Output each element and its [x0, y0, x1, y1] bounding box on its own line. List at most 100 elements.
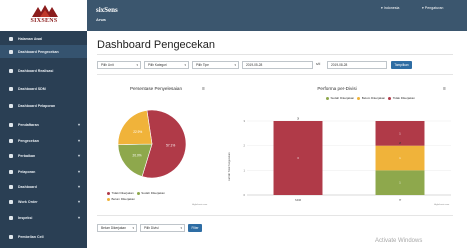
chart-credit: Highcharts.com: [192, 204, 208, 206]
pie-data-label: 22.9%: [133, 130, 142, 134]
chevron-down-icon: ▾: [77, 153, 80, 158]
bar-legend: Sudah Dikerjakan Belum Dikerjakan Tidak …: [323, 96, 415, 100]
date-to-input[interactable]: 2019-08-28: [327, 61, 387, 69]
sidebar-item-label: Dashboard Pengecekan: [18, 49, 59, 54]
legend-item[interactable]: Sudah Dikerjakan: [141, 191, 165, 195]
bar-chart-title: Performa per-Divisi: [317, 86, 357, 91]
unit-select-value: Pilih Unit: [101, 63, 114, 67]
sidebar-item-label: Dashboard Pelaporan: [18, 103, 56, 108]
check-icon: [9, 138, 13, 143]
sidebar-item-dashboard[interactable]: Dashboard ▾: [0, 180, 87, 193]
page-title: Dashboard Pengecekan: [97, 39, 216, 51]
sidebar-item-inspeksi[interactable]: Inspeksi ▾: [0, 211, 87, 224]
date-from-input[interactable]: 2019-05-28: [242, 61, 313, 69]
sidebar-item-label: Work Order: [18, 199, 38, 204]
chevron-down-icon: ▾: [77, 169, 80, 174]
menu-icon[interactable]: ≡: [443, 86, 446, 92]
x-tick-label: IT: [399, 198, 402, 202]
sidebar-item-label: Perbaikan: [18, 153, 36, 158]
divider: [97, 215, 453, 216]
chart-icon: [9, 86, 13, 91]
legend-item[interactable]: Belum Dikerjakan: [362, 96, 386, 100]
sidebar-item-perbaikan[interactable]: Perbaikan ▾: [0, 149, 87, 162]
logo[interactable]: SIXSENS: [0, 0, 87, 31]
chart-icon: [9, 49, 13, 54]
chevron-down-icon: ▾: [136, 63, 138, 67]
cart-icon: [9, 234, 13, 239]
sidebar-item-label: Halaman Awal: [18, 36, 43, 41]
tipe-select-value: Pilih Tipe: [196, 63, 209, 67]
divider: [97, 54, 453, 55]
sidebar-item-label: Pengecekan: [18, 138, 39, 143]
main-content: Dashboard Pengecekan Pilih Unit ▾ Pilih …: [87, 31, 467, 248]
chart-icon: [9, 68, 13, 73]
topbar: sixSens Arwa ▾ Indonesia ▾ Pengaturan: [87, 0, 467, 31]
sixsens-logo-icon: [32, 5, 58, 17]
chevron-down-icon: ▾: [77, 184, 80, 189]
sidebar-item-pengecekan[interactable]: Pengecekan ▾: [0, 134, 87, 147]
chart-credit: Highcharts.com: [434, 204, 450, 206]
unit-select[interactable]: Pilih Unit ▾: [97, 61, 141, 69]
pie-legend: Tidak Dikerjakan Sudah Dikerjakan: [104, 191, 165, 195]
language-menu[interactable]: ▾ Indonesia: [381, 6, 399, 10]
legend-swatch: [136, 191, 140, 195]
sidebar-item-halaman-awal[interactable]: Halaman Awal: [0, 32, 87, 45]
sidebar-item-label: Inspeksi: [18, 215, 33, 220]
legend-item[interactable]: Tidak Dikerjakan: [393, 96, 415, 100]
sidebar-item-pembelian-cell[interactable]: Pembelian Cell: [0, 230, 87, 243]
sidebar-item-dashboard-pelaporan[interactable]: Dashboard Pelaporan: [0, 99, 87, 112]
sidebar-item-pendaftaran[interactable]: Pendaftaran ▾: [0, 118, 87, 131]
pie-chart-title: Persentase Penyelesaian: [129, 86, 183, 91]
legend-item[interactable]: Sudah Dikerjakan: [331, 96, 355, 100]
sidebar-item-label: Pendaftaran: [18, 122, 39, 127]
y-axis-label: Jumlah Total Pengecekan: [228, 152, 231, 181]
sidebar: SIXSENS Halaman Awal Dashboard Pengeceka…: [0, 0, 87, 248]
sidebar-item-dashboard-realisasi[interactable]: Dashboard Realisasi: [0, 64, 87, 77]
sidebar-item-label: Dashboard Realisasi: [18, 68, 54, 73]
sidebar-item-label: Pelaporan: [18, 169, 36, 174]
menu-icon[interactable]: ≡: [202, 86, 205, 92]
activate-windows-watermark: Activate Windows: [375, 238, 423, 244]
brand-name: sixSens: [96, 6, 118, 14]
sidebar-item-dashboard-pengecekan[interactable]: Dashboard Pengecekan: [0, 45, 87, 58]
status-select[interactable]: Belum Dikerjakan ▾: [97, 224, 137, 232]
legend-item[interactable]: Tidak Dikerjakan: [112, 191, 134, 195]
divisi-select-value: Pilih Divisi: [144, 226, 159, 230]
sidebar-item-label: Dashboard: [18, 184, 37, 189]
y-tick-label: 1: [244, 168, 246, 172]
pie-data-label: 57.1%: [166, 143, 175, 147]
filter-button[interactable]: Filter: [188, 224, 202, 232]
divisi-select[interactable]: Pilih Divisi ▾: [140, 224, 185, 232]
sidebar-item-pelaporan[interactable]: Pelaporan ▾: [0, 165, 87, 178]
divider: [97, 74, 453, 75]
legend-swatch: [107, 197, 110, 201]
settings-menu[interactable]: ▾ Pengaturan: [422, 6, 443, 10]
sidebar-item-label: Dashboard SDM: [18, 86, 46, 91]
date-separator: s/d: [316, 62, 321, 66]
legend-swatch: [357, 96, 361, 100]
chart-icon: [9, 103, 13, 108]
search-icon: [9, 215, 13, 220]
kategori-select[interactable]: Pilih Kategori ▾: [144, 61, 189, 69]
dashboard-icon: [9, 184, 13, 189]
x-tick-label: SDM: [295, 198, 302, 202]
pie-legend: Belum Dikerjakan: [104, 197, 135, 201]
tipe-select[interactable]: Pilih Tipe ▾: [192, 61, 239, 69]
chevron-down-icon: ▾: [184, 63, 186, 67]
legend-swatch: [388, 96, 392, 100]
tampilkan-button[interactable]: Tampilkan: [391, 61, 412, 69]
chevron-down-icon: ▾: [77, 122, 80, 127]
sidebar-item-dashboard-sdm[interactable]: Dashboard SDM: [0, 82, 87, 95]
chevron-down-icon: ▾: [77, 215, 80, 220]
status-select-value: Belum Dikerjakan: [101, 226, 126, 230]
pie-slice: [117, 110, 153, 145]
user-name: Arwa: [96, 17, 106, 22]
sidebar-item-work-order[interactable]: Work Order ▾: [0, 195, 87, 208]
y-tick-label: 3: [244, 119, 246, 123]
logo-text: SIXSENS: [30, 18, 58, 24]
kategori-select-value: Pilih Kategori: [148, 63, 167, 67]
chevron-down-icon: ▾: [77, 199, 80, 204]
legend-item[interactable]: Belum Dikerjakan: [112, 197, 136, 201]
report-icon: [9, 169, 13, 174]
chevron-down-icon: ▾: [132, 226, 134, 230]
